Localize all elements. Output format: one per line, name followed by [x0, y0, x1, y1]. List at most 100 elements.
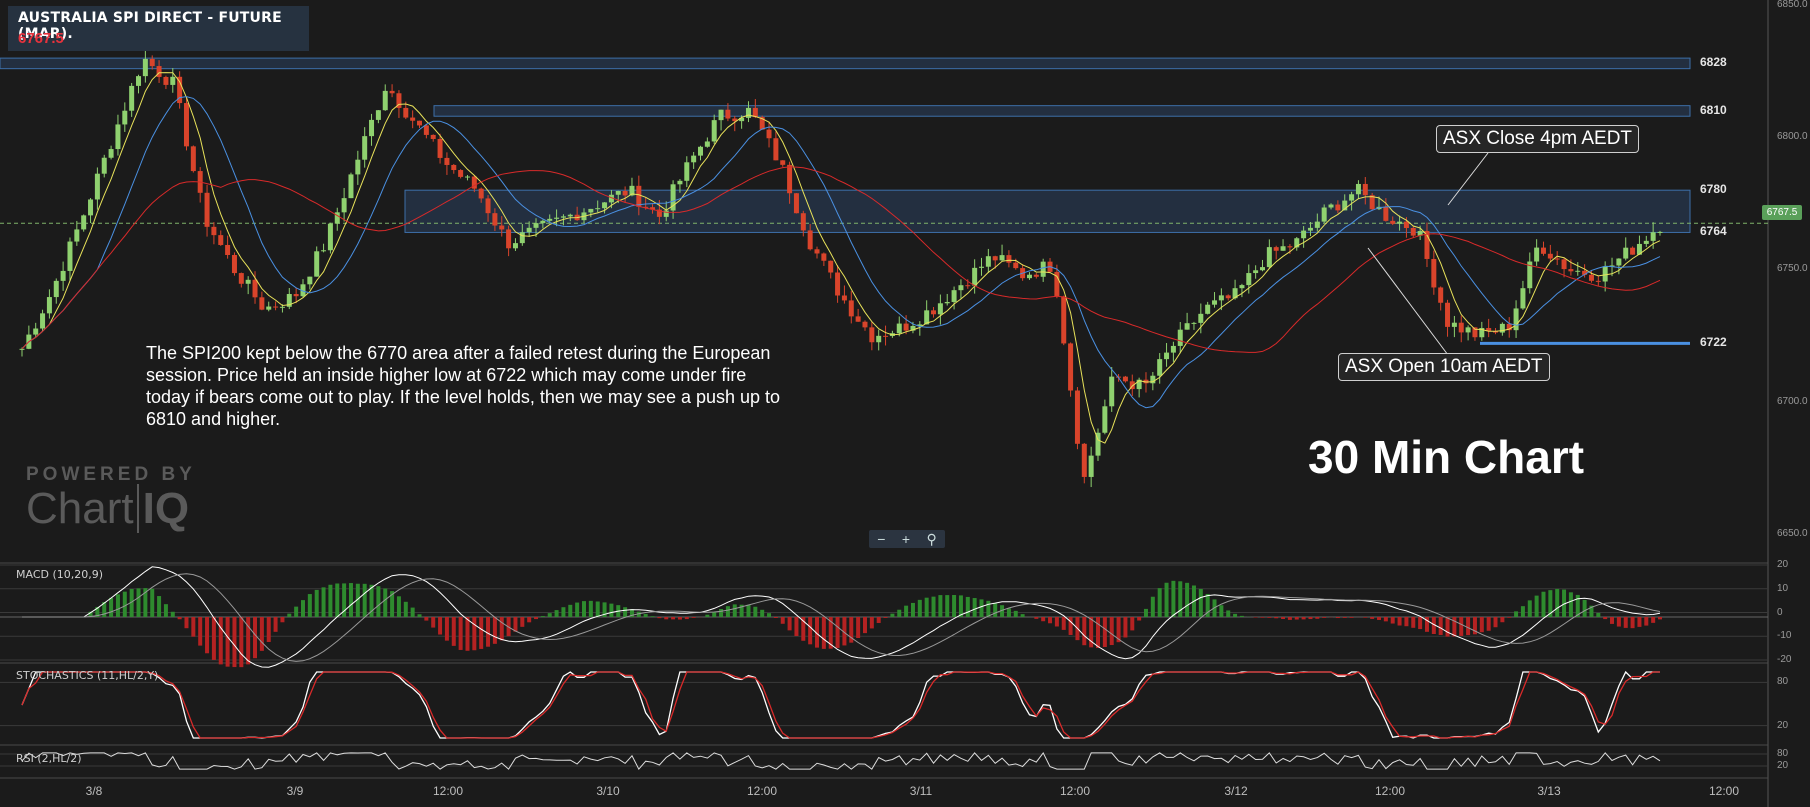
candle-body	[1568, 269, 1574, 272]
macd-histogram-bar	[1233, 613, 1238, 617]
macd-histogram-bar	[904, 605, 909, 617]
macd-histogram-bar	[273, 617, 278, 632]
macd-histogram-bar	[1020, 614, 1025, 617]
macd-histogram-bar	[300, 600, 305, 617]
candle-body	[1068, 343, 1074, 391]
candle-body	[81, 215, 87, 230]
macd-histogram-bar	[1171, 580, 1176, 617]
zoom-out-icon[interactable]: −	[877, 531, 885, 547]
last-price: 6767.5	[18, 30, 64, 47]
candle-body	[636, 185, 642, 207]
macd-histogram-bar	[486, 617, 491, 647]
candle-body	[1033, 274, 1039, 277]
candle-body	[129, 85, 135, 111]
candle-body	[704, 141, 710, 147]
candle-body	[800, 213, 806, 231]
macd-histogram-bar	[163, 604, 168, 617]
macd-histogram-bar	[1658, 617, 1662, 620]
candle-body	[1191, 322, 1197, 324]
macd-histogram-bar	[890, 613, 895, 617]
candle-body	[533, 223, 539, 228]
macd-histogram-bar	[170, 611, 175, 617]
candle-body	[1588, 274, 1594, 281]
candle-body	[958, 285, 964, 291]
macd-histogram-bar	[1479, 617, 1484, 633]
macd-histogram-bar	[513, 617, 518, 632]
macd-histogram-bar	[568, 604, 573, 617]
candle-body	[1246, 273, 1252, 286]
macd-histogram-bar	[1383, 617, 1388, 622]
macd-histogram-bar	[664, 617, 669, 620]
candle-body	[74, 229, 80, 242]
candle-body	[53, 280, 59, 298]
candle-body	[1225, 295, 1231, 299]
macd-histogram-bar	[1061, 617, 1066, 630]
zoom-in-icon[interactable]: +	[902, 531, 910, 547]
level-band	[0, 57, 1691, 70]
candle-body	[204, 192, 210, 227]
macd-histogram-bar	[1541, 591, 1546, 617]
candle-body	[1575, 270, 1581, 272]
candle-body	[1431, 258, 1437, 288]
macd-histogram-bar	[307, 594, 312, 617]
candle-body	[211, 226, 217, 236]
macd-histogram-bar	[1630, 617, 1635, 629]
candle-body	[1301, 230, 1307, 239]
macd-histogram-bar	[534, 617, 539, 620]
candle-body	[595, 208, 601, 210]
macd-histogram-bar	[1082, 617, 1087, 646]
candle-body	[1170, 345, 1176, 353]
macd-histogram-bar	[705, 614, 710, 617]
candle-body	[1438, 287, 1444, 303]
candle-body	[88, 199, 94, 216]
macd-histogram-bar	[492, 617, 497, 644]
candle-body	[787, 164, 793, 194]
candle-body	[862, 321, 868, 328]
macd-histogram-bar	[1610, 617, 1615, 624]
macd-histogram-bar	[1397, 617, 1402, 626]
macd-histogram-bar	[1034, 617, 1039, 619]
candle-body	[163, 76, 169, 85]
macd-histogram-bar	[1054, 617, 1059, 627]
candle-body	[60, 270, 66, 281]
macd-histogram-bar	[1096, 617, 1101, 648]
candle-body	[273, 306, 279, 308]
candle-body	[1540, 247, 1546, 254]
candle-body	[1074, 390, 1080, 444]
candle-body	[526, 227, 532, 233]
candle-body	[458, 170, 464, 177]
candle-body	[485, 198, 491, 214]
zoom-reset-icon[interactable]: ⚲	[927, 531, 937, 548]
macd-histogram-bar	[1377, 617, 1382, 620]
x-tick-label: 3/8	[85, 784, 103, 798]
candle-body	[1287, 246, 1293, 248]
candle-body	[835, 272, 841, 296]
zoom-controls: − + ⚲	[869, 530, 945, 548]
candle-body	[684, 162, 690, 181]
macd-histogram-bar	[122, 591, 127, 617]
candle-body	[992, 256, 998, 261]
macd-histogram-bar	[787, 617, 792, 631]
macd-histogram-bar	[1493, 617, 1498, 628]
macd-histogram-bar	[623, 607, 628, 617]
candle-body	[1177, 329, 1183, 346]
macd-histogram-bar	[677, 617, 682, 620]
macd-histogram-bar	[972, 598, 977, 617]
macd-histogram-bar	[979, 599, 984, 617]
candle-body	[279, 306, 285, 308]
candle-body	[46, 297, 52, 314]
x-tick-label: 3/10	[596, 784, 620, 798]
candle-body	[1513, 308, 1519, 331]
macd-histogram-bar	[417, 614, 422, 617]
level-label: 6828	[1700, 55, 1727, 70]
candle-body	[252, 279, 258, 298]
last-price-badge: 6767.5	[1762, 205, 1802, 220]
candle-body	[931, 310, 937, 315]
macd-histogram-bar	[109, 597, 114, 617]
y-tick-label: 80	[1777, 748, 1789, 759]
macd-histogram-bar	[917, 599, 922, 617]
timeframe-label: 30 Min Chart	[1308, 431, 1585, 483]
candle-body	[711, 120, 717, 142]
macd-histogram-bar	[280, 617, 285, 623]
candle-body	[745, 107, 751, 118]
